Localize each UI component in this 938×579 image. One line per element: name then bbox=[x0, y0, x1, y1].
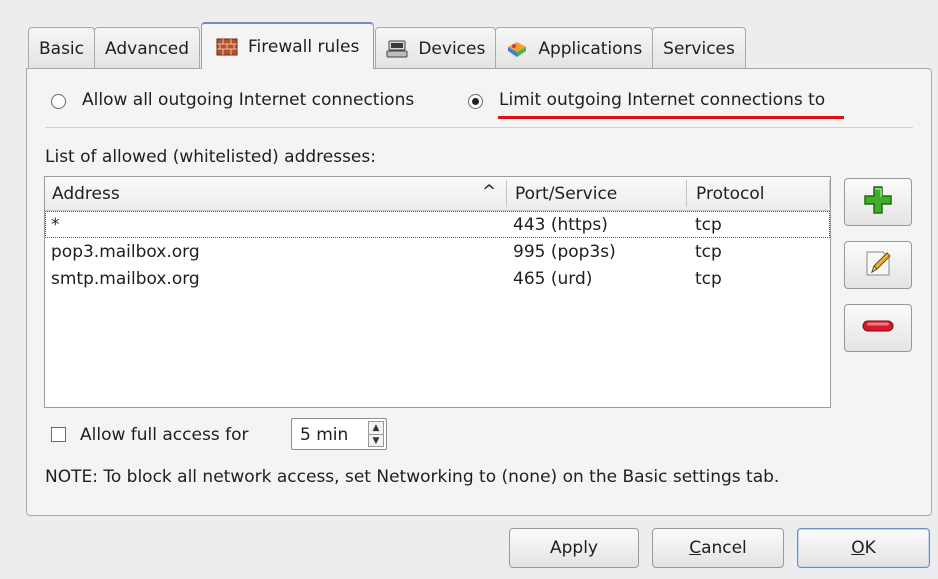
ok-mnemonic: O bbox=[851, 538, 865, 558]
table-row[interactable]: pop3.mailbox.org 995 (pop3s) tcp bbox=[45, 238, 830, 265]
tab-devices[interactable]: Devices bbox=[375, 27, 497, 69]
applications-icon bbox=[506, 40, 528, 58]
cell-port: 443 (https) bbox=[513, 215, 608, 235]
cancel-label: Cancel bbox=[689, 538, 747, 558]
edit-pencil-icon bbox=[863, 248, 893, 283]
column-divider bbox=[829, 180, 830, 207]
minus-icon bbox=[862, 318, 894, 338]
tab-basic[interactable]: Basic bbox=[28, 27, 96, 69]
allow-all-radio[interactable] bbox=[51, 94, 66, 109]
ok-button[interactable]: OK bbox=[797, 528, 930, 568]
limit-outgoing-radio[interactable] bbox=[468, 94, 483, 109]
allow-all-label[interactable]: Allow all outgoing Internet connections bbox=[82, 90, 414, 110]
highlight-underline bbox=[498, 116, 844, 119]
cell-port: 995 (pop3s) bbox=[513, 242, 616, 262]
table-header: Address ^ Port/Service Protocol bbox=[45, 177, 830, 211]
firewall-rules-panel: Allow all outgoing Internet connections … bbox=[26, 68, 932, 516]
ok-rest: K bbox=[864, 538, 876, 558]
remove-address-button[interactable] bbox=[844, 304, 912, 352]
column-divider bbox=[506, 180, 507, 207]
full-access-duration-spinbox[interactable]: 5 min ▲ ▼ bbox=[291, 418, 387, 450]
table-row[interactable]: * 443 (https) tcp bbox=[45, 211, 830, 238]
tab-bar: Basic Advanced Firewall rules Devices Ap… bbox=[28, 22, 746, 69]
cell-protocol: tcp bbox=[695, 242, 722, 262]
tab-services[interactable]: Services bbox=[652, 27, 746, 69]
spin-down-icon[interactable]: ▼ bbox=[369, 435, 383, 447]
plus-icon bbox=[863, 185, 893, 220]
column-header-address[interactable]: Address bbox=[52, 184, 120, 204]
add-address-button[interactable] bbox=[844, 178, 912, 226]
apply-button[interactable]: Apply bbox=[509, 528, 639, 568]
cell-protocol: tcp bbox=[695, 269, 722, 289]
spin-arrows: ▲ ▼ bbox=[368, 421, 384, 447]
devices-icon bbox=[386, 40, 408, 58]
table-row[interactable]: smtp.mailbox.org 465 (urd) tcp bbox=[45, 265, 830, 292]
whitelist-title: List of allowed (whitelisted) addresses: bbox=[45, 147, 376, 167]
cancel-mnemonic: C bbox=[689, 538, 702, 558]
tab-applications[interactable]: Applications bbox=[495, 27, 654, 69]
tab-firewall-rules[interactable]: Firewall rules bbox=[201, 22, 375, 69]
note-text: NOTE: To block all network access, set N… bbox=[45, 467, 780, 487]
apply-label: Apply bbox=[550, 538, 598, 558]
cell-port: 465 (urd) bbox=[513, 269, 593, 289]
cancel-button[interactable]: Cancel bbox=[652, 528, 784, 568]
separator bbox=[45, 127, 913, 128]
spin-up-icon[interactable]: ▲ bbox=[369, 422, 383, 435]
whitelist-table[interactable]: Address ^ Port/Service Protocol * 443 (h… bbox=[44, 176, 831, 408]
duration-value: 5 min bbox=[300, 425, 349, 445]
edit-address-button[interactable] bbox=[844, 241, 912, 289]
column-divider bbox=[686, 180, 687, 207]
column-header-protocol[interactable]: Protocol bbox=[696, 184, 765, 204]
column-header-port[interactable]: Port/Service bbox=[515, 184, 617, 204]
cell-protocol: tcp bbox=[695, 215, 722, 235]
cancel-rest: ancel bbox=[701, 538, 747, 558]
cell-address: smtp.mailbox.org bbox=[51, 269, 200, 289]
tab-advanced[interactable]: Advanced bbox=[94, 27, 200, 69]
firewall-icon bbox=[216, 38, 238, 56]
limit-outgoing-label[interactable]: Limit outgoing Internet connections to bbox=[499, 90, 825, 110]
sort-ascending-icon: ^ bbox=[482, 182, 497, 202]
cell-address: * bbox=[51, 215, 60, 235]
full-access-checkbox[interactable] bbox=[51, 427, 66, 442]
full-access-label[interactable]: Allow full access for bbox=[80, 425, 248, 445]
cell-address: pop3.mailbox.org bbox=[51, 242, 200, 262]
ok-label: OK bbox=[851, 538, 876, 558]
